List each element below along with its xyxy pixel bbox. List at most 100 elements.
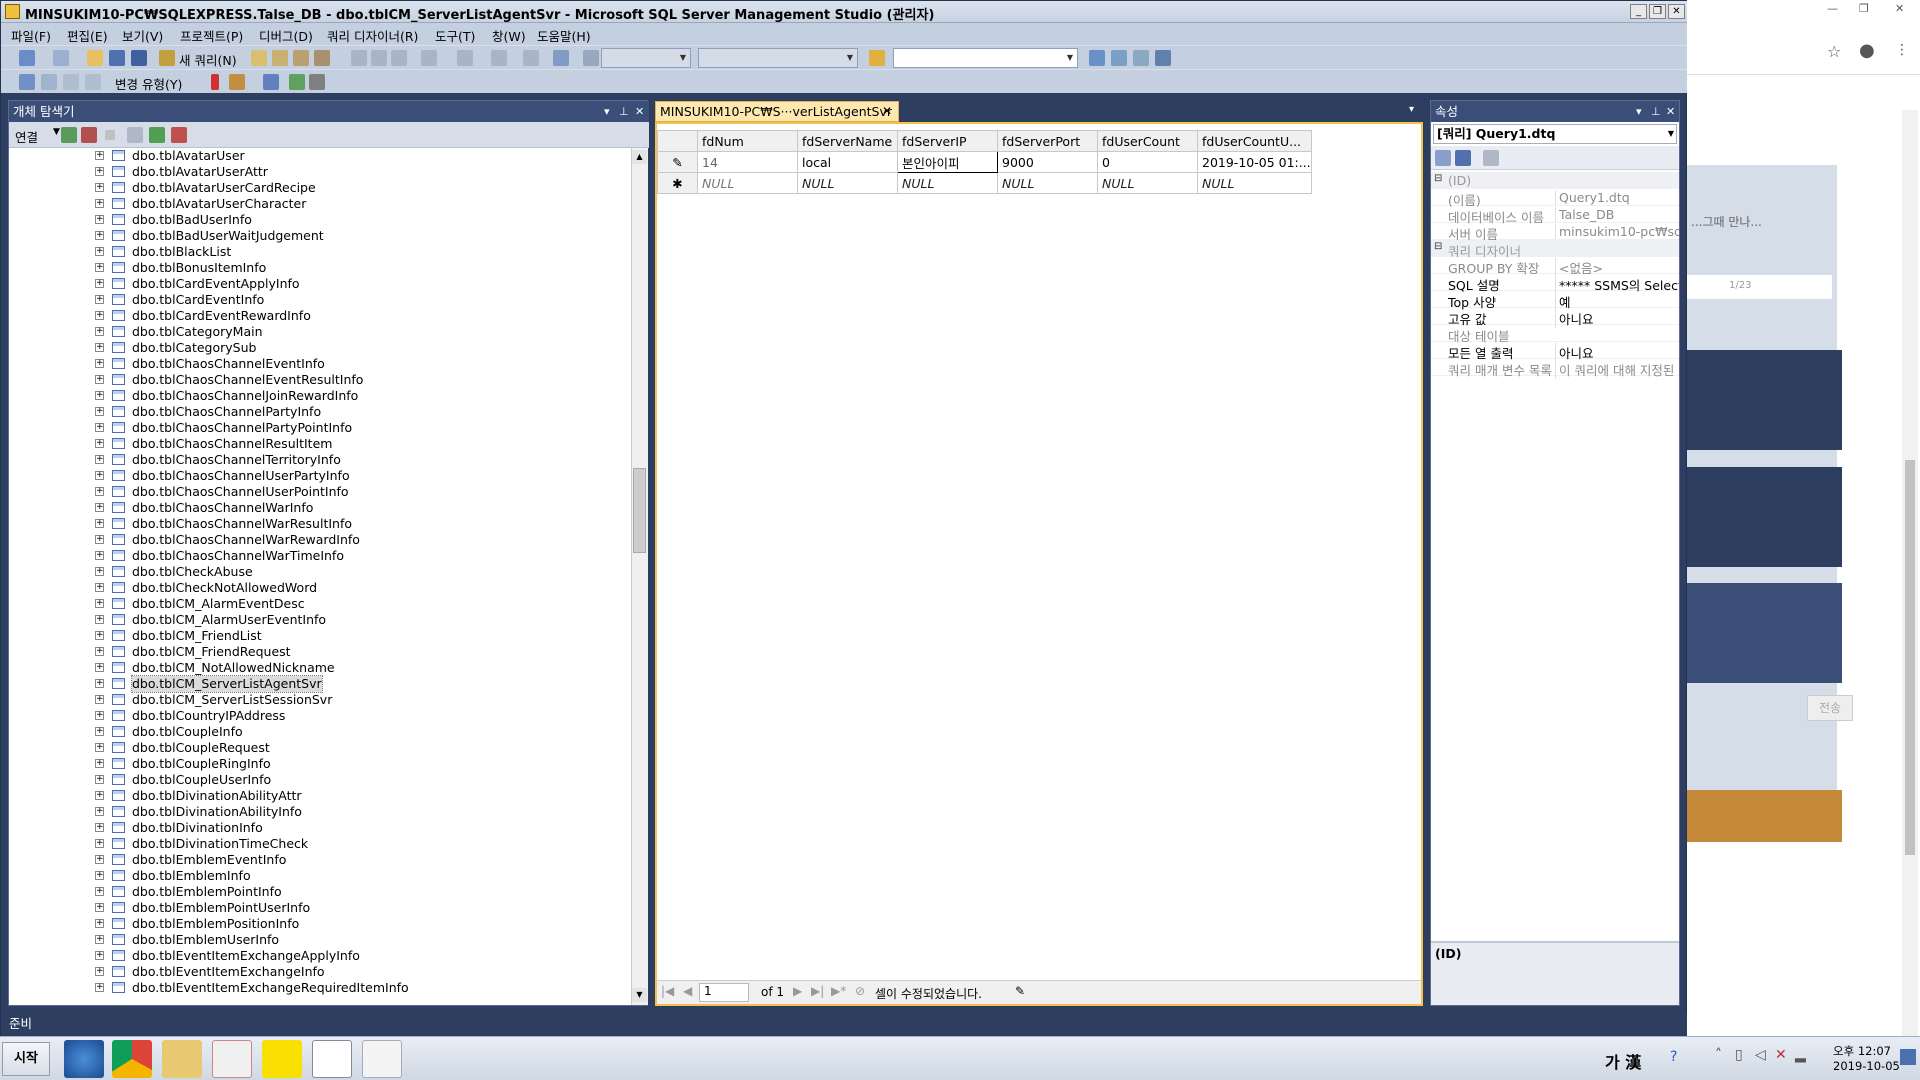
property-row[interactable]: 대상 테이블 [1431,325,1679,344]
dmx-query-icon[interactable] [293,50,309,66]
send-button[interactable]: 전송 [1807,695,1853,721]
expand-icon[interactable]: + [95,807,104,816]
connect-object-icon[interactable] [61,127,77,143]
property-value[interactable]: Query1.dtq [1555,190,1679,205]
db-engine-query-icon[interactable] [251,50,267,66]
usb-icon[interactable]: ▯ [1735,1047,1743,1063]
chevron-down-icon[interactable]: ▼ [53,127,60,137]
property-row[interactable]: 쿼리 매개 변수 목록 이 쿼리에 대해 지정된 [1431,359,1679,379]
tree-node-table[interactable]: + dbo.tblEmblemPointInfo [9,884,629,900]
expand-icon[interactable]: + [95,871,104,880]
grid-cell[interactable]: 9000 [997,151,1098,173]
property-value[interactable]: 이 쿼리에 대해 지정된 [1555,360,1679,379]
expand-icon[interactable]: + [95,967,104,976]
tree-node-table[interactable]: + dbo.tblAvatarUserCharacter [9,196,629,212]
tree-node-table[interactable]: + dbo.tblChaosChannelWarTimeInfo [9,548,629,564]
ssms-taskbar-icon[interactable] [312,1040,352,1078]
report-icon[interactable] [553,50,569,66]
expand-icon[interactable]: + [95,199,104,208]
last-record-icon[interactable]: ▶| [811,984,824,998]
tree-node-table[interactable]: + dbo.tblCoupleRingInfo [9,756,629,772]
expand-icon[interactable]: + [95,167,104,176]
template-explorer-icon[interactable] [1133,50,1149,66]
show-sql-pane-icon[interactable] [63,74,79,90]
tree-node-table[interactable]: + dbo.tblDivinationAbilityAttr [9,788,629,804]
tree-node-table[interactable]: + dbo.tblEmblemUserInfo [9,932,629,948]
expand-icon[interactable]: + [95,151,104,160]
object-selector[interactable]: [쿼리] Query1.dtq ▼ [1433,124,1677,144]
expand-icon[interactable]: + [95,503,104,512]
navigate-forward-icon[interactable] [523,50,539,66]
prev-record-icon[interactable]: ◀ [683,984,692,998]
clock-date[interactable]: 2019-10-05 [1833,1059,1900,1073]
property-row[interactable]: SQL 설명***** SSMS의 SelectTop [1431,274,1679,294]
grid-cell[interactable]: NULL [997,172,1098,194]
grid-cell[interactable]: NULL [897,172,998,194]
expand-icon[interactable]: + [95,279,104,288]
find-in-files-icon[interactable] [869,50,885,66]
tree-node-table[interactable]: + dbo.tblChaosChannelUserPointInfo [9,484,629,500]
add-item-icon[interactable] [53,50,69,66]
expand-icon[interactable]: + [95,407,104,416]
save-all-icon[interactable] [131,50,147,66]
browser-menu-icon[interactable]: ⋮ [1895,42,1909,58]
column-header[interactable]: fdServerName [797,130,898,152]
redo-icon[interactable] [457,50,473,66]
menu-tools[interactable]: 도구(T) [435,26,475,45]
expand-icon[interactable]: + [95,423,104,432]
signal-icon[interactable]: ▂ [1795,1047,1806,1063]
expand-icon[interactable]: + [95,231,104,240]
row-edit-marker[interactable]: ✎ [657,151,698,173]
image-thumbnail[interactable] [1687,467,1842,567]
tree-node-table[interactable]: + dbo.tblCM_ServerListAgentSvr [9,675,629,693]
scroll-up-arrow[interactable]: ▲ [632,150,647,164]
new-project-icon[interactable] [19,50,35,66]
ime-indicator[interactable]: 가 漢 [1605,1049,1641,1073]
media-player-icon[interactable] [212,1040,252,1078]
group-by-icon[interactable] [263,74,279,90]
expand-icon[interactable]: + [95,743,104,752]
copy-icon[interactable] [371,50,387,66]
expand-icon[interactable]: + [95,519,104,528]
show-desktop-icon[interactable] [1900,1049,1916,1065]
grid-cell[interactable]: NULL [1097,172,1198,194]
tree-node-table[interactable]: + dbo.tblCountryIPAddress [9,708,629,724]
expand-icon[interactable]: + [95,983,104,992]
bookmark-star-icon[interactable]: ☆ [1827,42,1841,61]
menu-window[interactable]: 창(W) [492,26,526,45]
maximize-button[interactable]: ❐ [1649,4,1666,19]
expand-icon[interactable]: + [95,647,104,656]
expand-icon[interactable]: + [95,487,104,496]
new-query-button[interactable]: 새 쿼리(N) [179,50,237,69]
property-row[interactable]: (이름) Query1.dtq [1431,189,1679,208]
tab-list-icon[interactable]: ▾ [1409,104,1414,115]
expand-icon[interactable]: + [95,583,104,592]
expand-icon[interactable]: + [95,775,104,784]
property-pages-icon[interactable] [1483,150,1499,166]
undo-icon[interactable] [421,50,437,66]
tree-node-table[interactable]: + dbo.tblCardEventInfo [9,292,629,308]
grid-cell[interactable]: NULL [797,172,898,194]
alphabetical-icon[interactable] [1455,150,1471,166]
show-criteria-pane-icon[interactable] [41,74,57,90]
expand-icon[interactable]: + [95,711,104,720]
change-type-dropdown[interactable]: 변경 유형(Y) [115,74,182,93]
grid-cell[interactable]: 14 [697,151,798,173]
execute-sql-icon[interactable] [211,74,219,90]
tree-node-table[interactable]: + dbo.tblDivinationInfo [9,820,629,836]
browser-minimize-button[interactable]: — [1827,2,1838,15]
clock-time[interactable]: 오후 12:07 [1833,1043,1891,1059]
column-header[interactable]: fdUserCountU... [1197,130,1312,152]
grid-cell[interactable]: local [797,151,898,173]
tab-close-icon[interactable]: ✕ [882,102,892,121]
expand-icon[interactable]: + [95,391,104,400]
ie-icon[interactable] [64,1040,104,1078]
notepad-icon[interactable] [362,1040,402,1078]
tree-node-table[interactable]: + dbo.tblBadUserInfo [9,212,629,228]
show-results-pane-icon[interactable] [85,74,101,90]
add-derived-table-icon[interactable] [309,74,325,90]
expand-icon[interactable]: + [95,215,104,224]
scroll-down-arrow[interactable]: ▼ [632,988,647,1002]
chat-search-box[interactable]: 1/23 [1687,275,1832,299]
tree-node-table[interactable]: + dbo.tblChaosChannelJoinRewardInfo [9,388,629,404]
